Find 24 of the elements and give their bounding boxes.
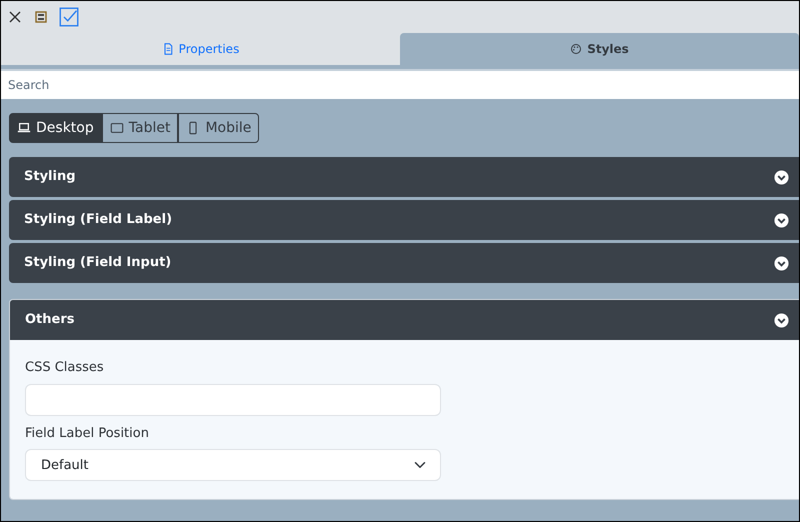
text-field[interactable] — [25, 384, 441, 416]
device-button[interactable]: Desktop — [9, 113, 102, 143]
tab[interactable]: Styles — [400, 33, 799, 65]
section-header[interactable]: Others — [10, 300, 799, 340]
close-icon[interactable] — [7, 9, 23, 25]
chevron-down-icon — [774, 170, 789, 184]
chevron-down-icon — [774, 256, 789, 270]
device-button[interactable]: Tablet — [102, 113, 178, 143]
laptop-icon — [17, 121, 31, 135]
chevron-down-icon — [774, 212, 789, 228]
chevron-down-icon — [774, 312, 789, 328]
tablet-icon — [110, 121, 124, 135]
section-header[interactable]: Styling (Field Label) — [9, 200, 799, 240]
field-label: Field Label Position — [25, 424, 150, 442]
document-icon — [162, 43, 174, 55]
field-label: CSS Classes — [25, 359, 105, 377]
palette-icon — [570, 43, 582, 55]
select-field[interactable]: Default — [25, 449, 441, 481]
checkbox-icon[interactable] — [59, 7, 79, 27]
device-button[interactable]: Mobile — [178, 113, 260, 143]
section-header[interactable]: Styling — [9, 157, 799, 197]
section-header[interactable]: Styling (Field Input) — [9, 243, 799, 283]
search-field[interactable]: Search — [1, 69, 799, 99]
window-icon[interactable] — [33, 9, 49, 25]
